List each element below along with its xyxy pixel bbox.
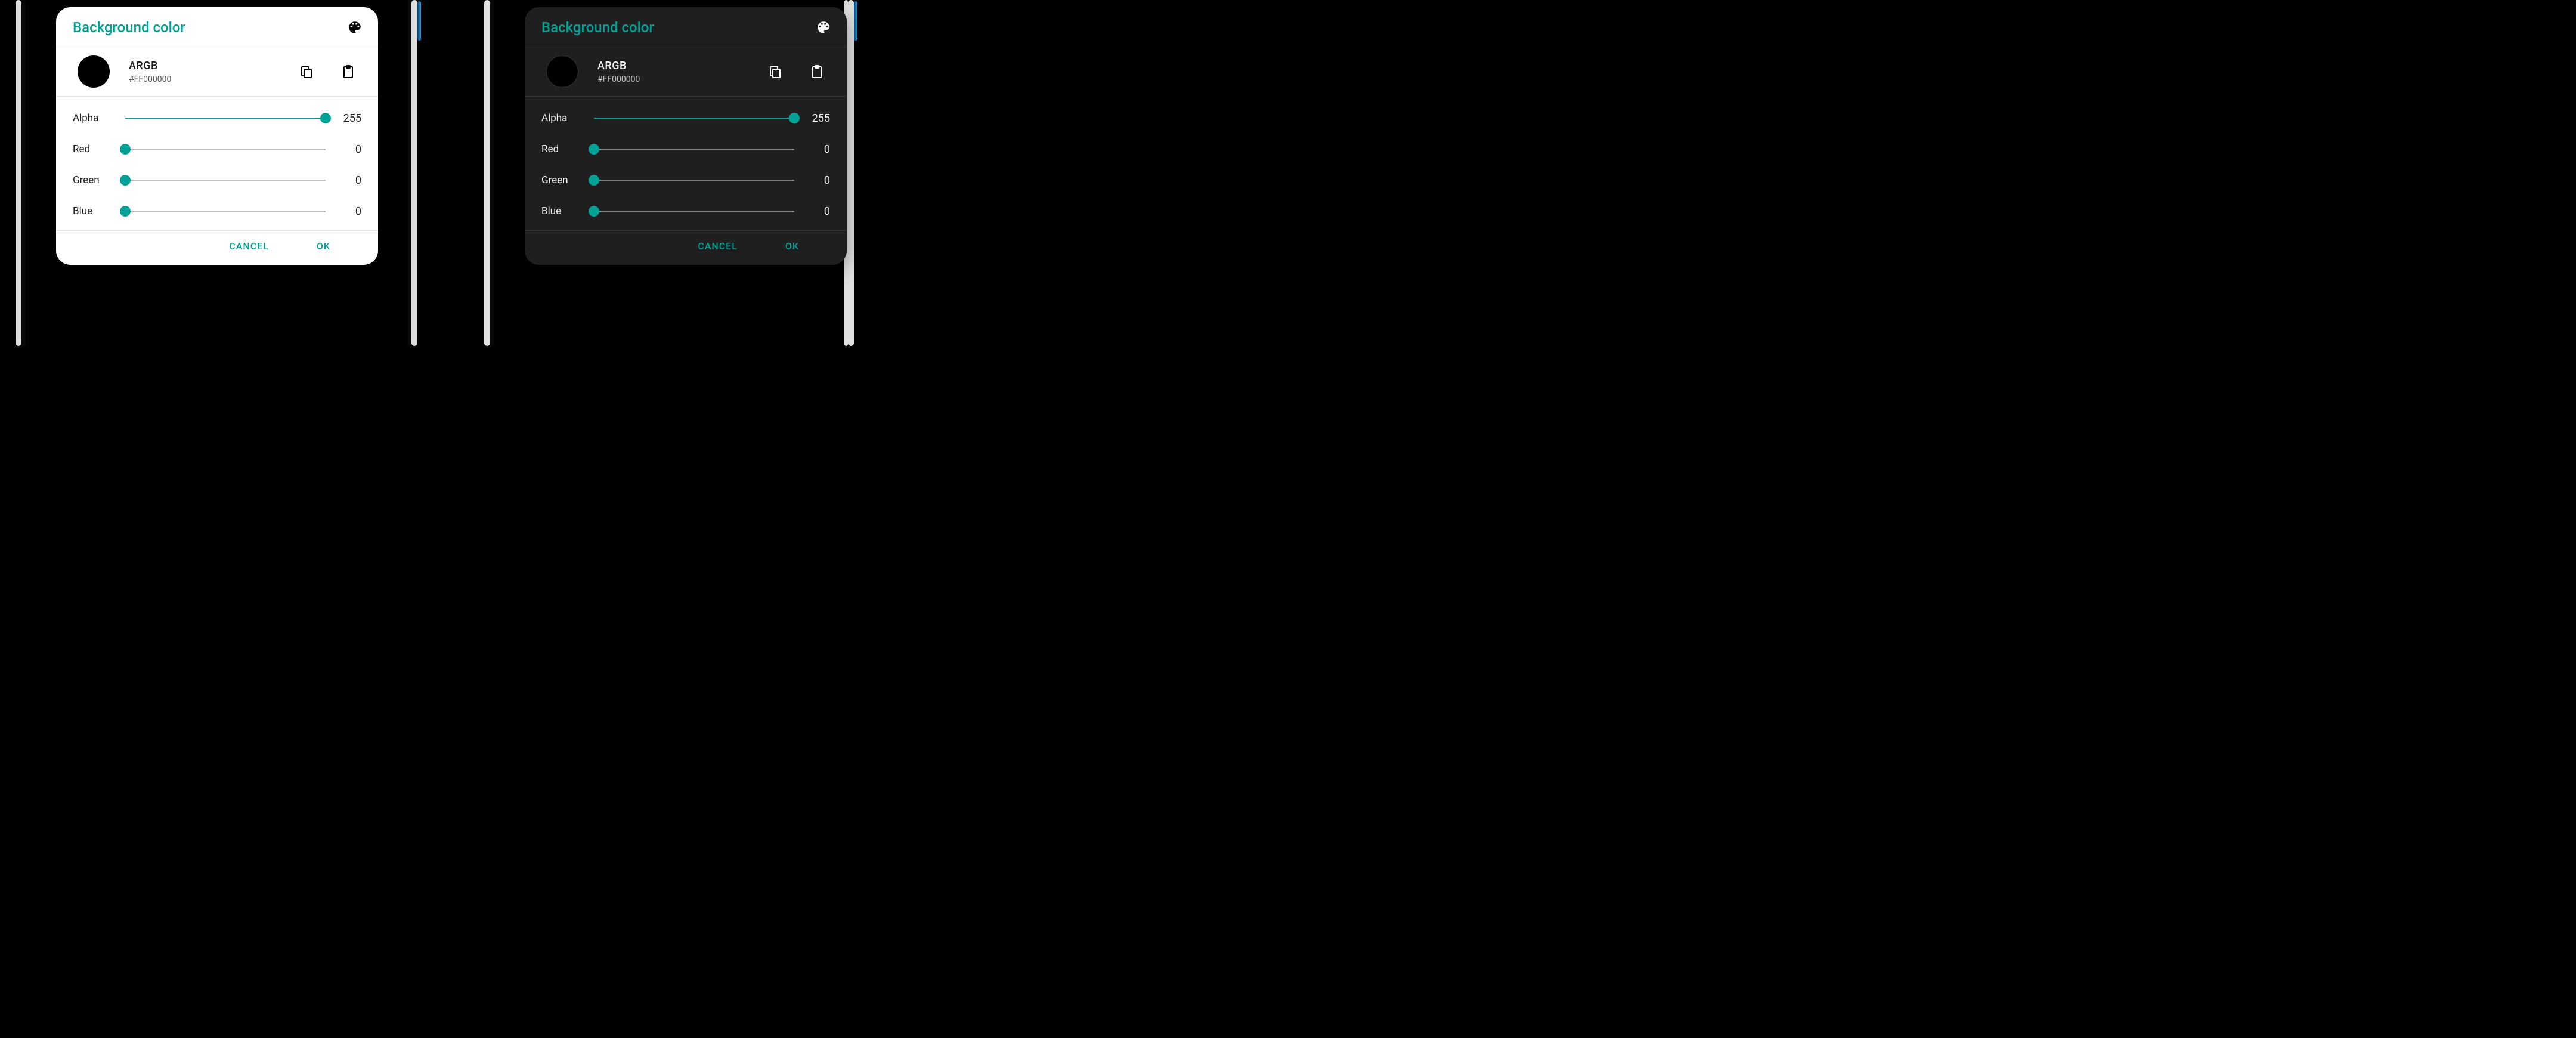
slider-label: Red	[541, 143, 594, 155]
ok-button[interactable]: OK	[785, 240, 799, 252]
blue-slider[interactable]	[594, 205, 794, 217]
color-picker-dialog-light: Background color ARGB #FF000000 Alpha	[56, 7, 378, 265]
argb-hex-value: #FF000000	[129, 75, 279, 84]
slider-row-blue: Blue 0	[73, 196, 361, 227]
slider-value: 0	[326, 143, 361, 156]
slider-row-green: Green 0	[541, 165, 830, 196]
argb-format-label: ARGB	[129, 60, 279, 72]
slider-value: 0	[794, 143, 830, 156]
dialog-footer: CANCEL OK	[56, 231, 378, 265]
slider-value: 255	[794, 112, 830, 125]
slider-row-blue: Blue 0	[541, 196, 830, 227]
slider-value: 0	[326, 205, 361, 218]
color-swatch[interactable]	[546, 55, 578, 88]
cancel-button[interactable]: CANCEL	[698, 240, 738, 252]
palette-icon[interactable]	[816, 20, 831, 35]
slider-label: Alpha	[541, 112, 594, 124]
slider-row-alpha: Alpha 255	[73, 103, 361, 134]
paste-button[interactable]	[803, 57, 831, 86]
alpha-slider[interactable]	[594, 112, 794, 124]
argb-block: ARGB #FF000000	[129, 60, 279, 84]
slider-value: 255	[326, 112, 361, 125]
slider-value: 0	[326, 174, 361, 187]
blue-slider[interactable]	[125, 205, 326, 217]
alpha-slider[interactable]	[125, 112, 326, 124]
palette-icon[interactable]	[347, 20, 363, 35]
slider-label: Alpha	[73, 112, 125, 124]
slider-label: Red	[73, 143, 125, 155]
dialog-header: Background color	[56, 7, 378, 47]
red-slider[interactable]	[125, 143, 326, 155]
slider-label: Blue	[541, 205, 594, 217]
slider-label: Blue	[73, 205, 125, 217]
argb-block: ARGB #FF000000	[597, 60, 748, 84]
dialog-title: Background color	[73, 19, 185, 36]
color-swatch[interactable]	[78, 55, 110, 88]
slider-value: 0	[794, 174, 830, 187]
sliders-section: Alpha 255 Red 0 Green 0	[56, 97, 378, 230]
slider-row-red: Red 0	[73, 134, 361, 165]
copy-button[interactable]	[292, 57, 321, 86]
color-info-row: ARGB #FF000000	[56, 47, 378, 96]
paste-button[interactable]	[334, 57, 363, 86]
slider-row-green: Green 0	[73, 165, 361, 196]
slider-value: 0	[794, 205, 830, 218]
slider-label: Green	[73, 174, 125, 186]
green-slider[interactable]	[125, 174, 326, 186]
dialog-header: Background color	[525, 7, 847, 47]
slider-label: Green	[541, 174, 594, 186]
copy-button[interactable]	[761, 57, 789, 86]
argb-format-label: ARGB	[597, 60, 748, 72]
slider-row-alpha: Alpha 255	[541, 103, 830, 134]
argb-hex-value: #FF000000	[597, 75, 748, 84]
cancel-button[interactable]: CANCEL	[229, 240, 269, 252]
dialog-footer: CANCEL OK	[525, 231, 847, 265]
slider-row-red: Red 0	[541, 134, 830, 165]
ok-button[interactable]: OK	[317, 240, 330, 252]
green-slider[interactable]	[594, 174, 794, 186]
color-picker-dialog-dark: Background color ARGB #FF000000 Alpha	[525, 7, 847, 265]
dialog-title: Background color	[541, 19, 654, 36]
color-info-row: ARGB #FF000000	[525, 47, 847, 96]
sliders-section: Alpha 255 Red 0 Green 0	[525, 97, 847, 230]
red-slider[interactable]	[594, 143, 794, 155]
